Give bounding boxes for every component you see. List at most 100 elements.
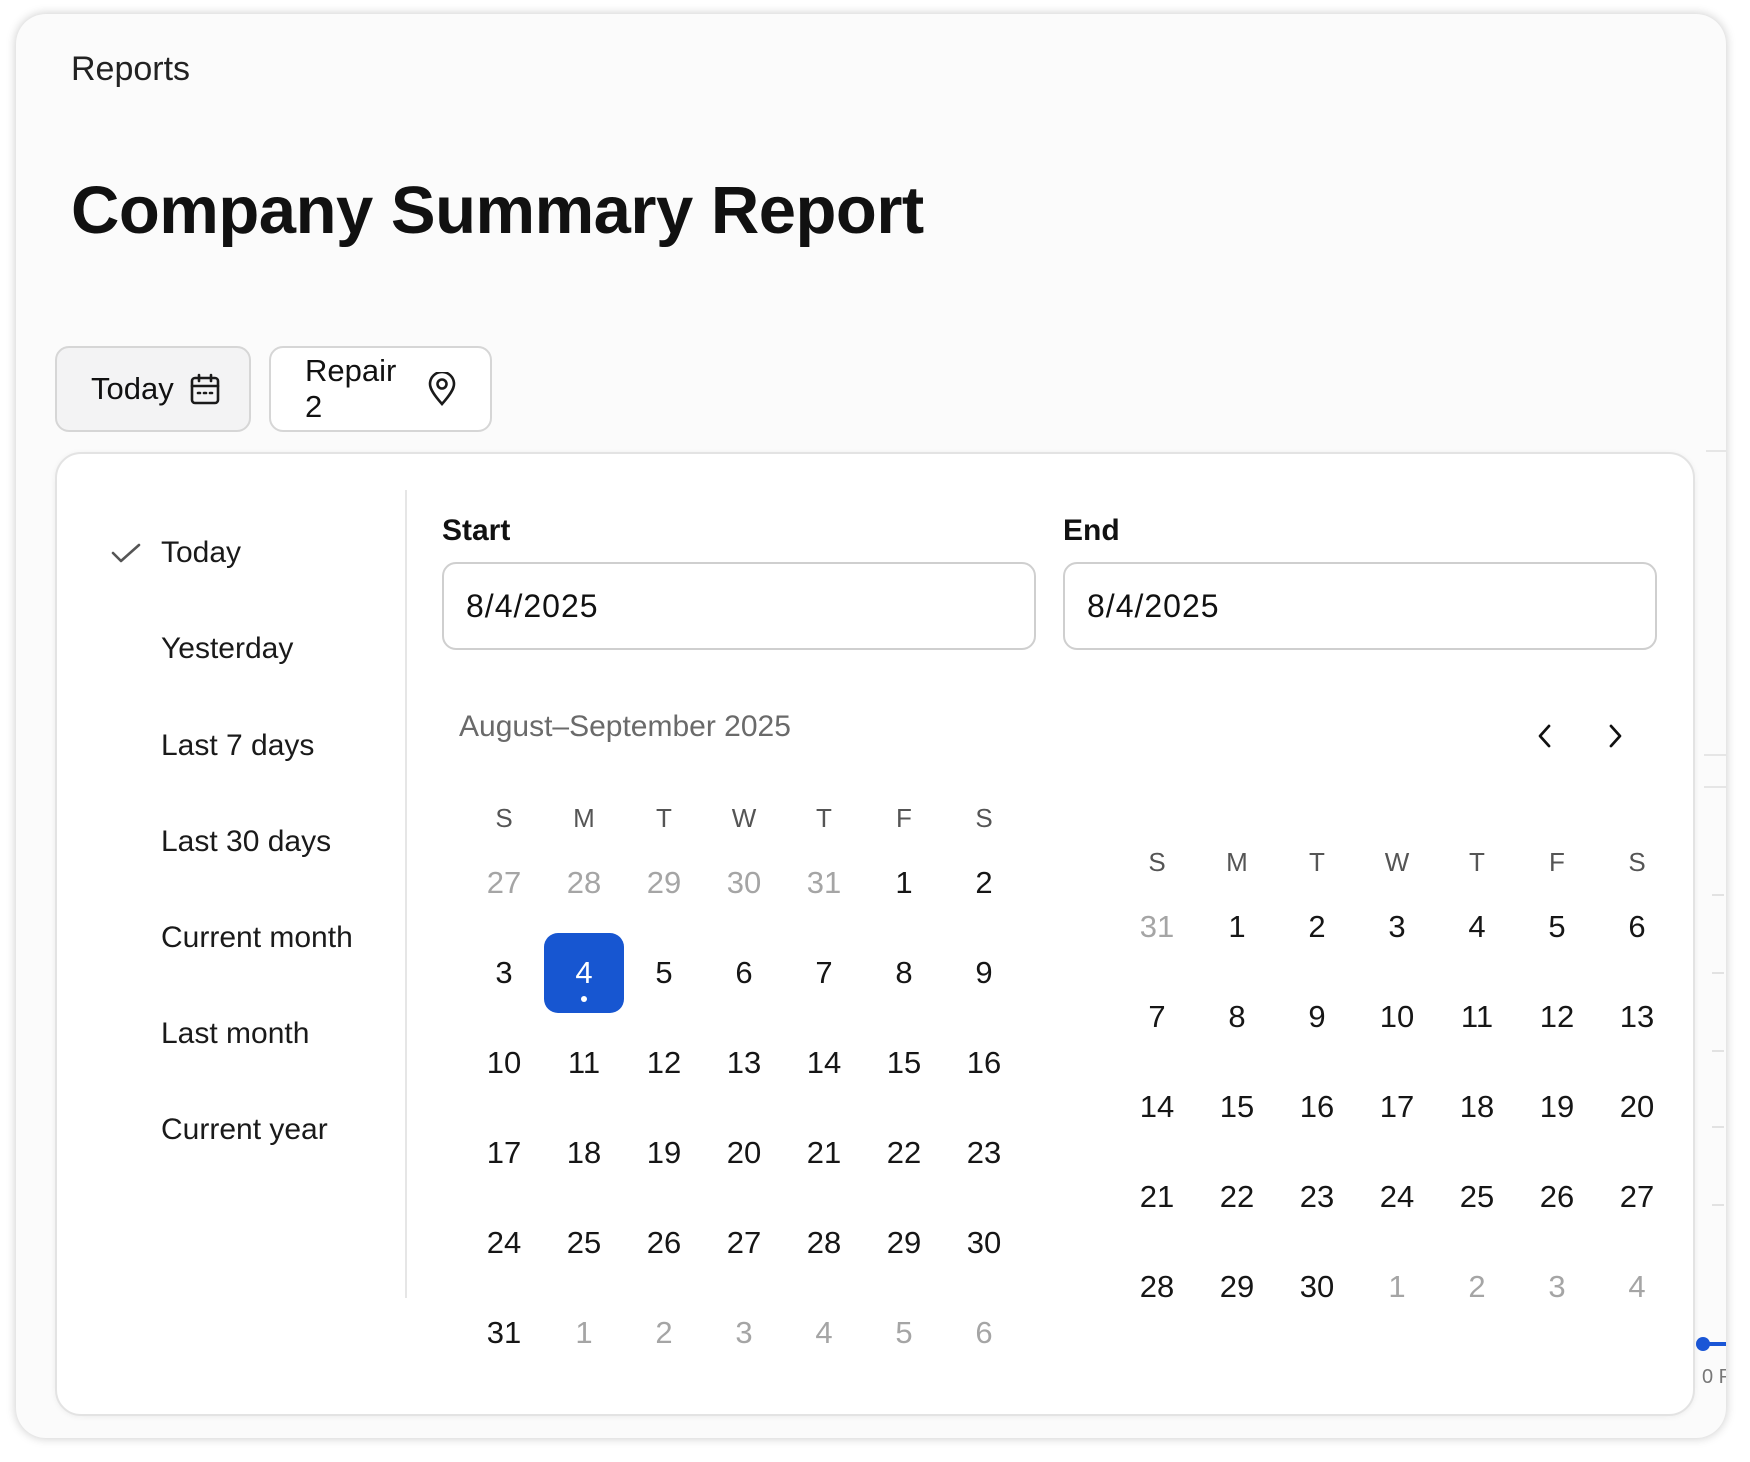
calendar-day[interactable]: 22	[864, 1108, 944, 1198]
calendar-day[interactable]: 1	[864, 838, 944, 928]
calendar-day[interactable]: 19	[1517, 1062, 1597, 1152]
selected-day[interactable]: 4	[544, 928, 624, 1018]
end-date-input[interactable]	[1063, 562, 1657, 650]
calendar-day[interactable]: 9	[1277, 972, 1357, 1062]
calendar-day[interactable]: 31	[784, 838, 864, 928]
calendar-day[interactable]: 7	[1117, 972, 1197, 1062]
calendar-day[interactable]: 24	[1357, 1152, 1437, 1242]
calendar-day[interactable]: 2	[944, 838, 1024, 928]
calendar-day[interactable]: 26	[1517, 1152, 1597, 1242]
calendar-day[interactable]: 29	[624, 838, 704, 928]
calendar-day[interactable]: 2	[1437, 1242, 1517, 1332]
calendar-day[interactable]: 3	[1357, 882, 1437, 972]
calendar-day[interactable]: 14	[1117, 1062, 1197, 1152]
calendar-day[interactable]: 21	[1117, 1152, 1197, 1242]
calendar-day[interactable]: 5	[864, 1288, 944, 1378]
calendar-day[interactable]: 5	[1517, 882, 1597, 972]
preset-yesterday[interactable]: Yesterday	[161, 632, 293, 666]
calendar-day[interactable]: 19	[624, 1108, 704, 1198]
calendar-day[interactable]: 6	[1597, 882, 1677, 972]
calendar-day[interactable]: 25	[544, 1198, 624, 1288]
calendar-day[interactable]: 4	[784, 1288, 864, 1378]
calendar-day[interactable]: 31	[1117, 882, 1197, 972]
calendar-day[interactable]: 28	[544, 838, 624, 928]
preset-last-7-days[interactable]: Last 7 days	[161, 729, 314, 763]
weekday-header: S	[1148, 846, 1166, 877]
calendar-day[interactable]: 10	[464, 1018, 544, 1108]
calendar-day[interactable]: 5	[624, 928, 704, 1018]
background-divider	[1704, 754, 1726, 756]
calendar-day[interactable]: 25	[1437, 1152, 1517, 1242]
calendar-day[interactable]: 12	[1517, 972, 1597, 1062]
calendar-day[interactable]: 1	[544, 1288, 624, 1378]
calendar-day[interactable]: 6	[704, 928, 784, 1018]
calendar-day[interactable]: 30	[704, 838, 784, 928]
calendar-day[interactable]: 3	[1517, 1242, 1597, 1332]
calendar-day[interactable]: 2	[1277, 882, 1357, 972]
calendar-day[interactable]: 27	[704, 1198, 784, 1288]
calendar-day[interactable]: 11	[544, 1018, 624, 1108]
calendar-day[interactable]: 24	[464, 1198, 544, 1288]
calendar-day[interactable]: 4	[1597, 1242, 1677, 1332]
calendar-day[interactable]: 17	[464, 1108, 544, 1198]
calendar-day[interactable]: 8	[1197, 972, 1277, 1062]
calendar-day[interactable]: 28	[1117, 1242, 1197, 1332]
next-month-button[interactable]	[1593, 714, 1637, 758]
calendar-day[interactable]: 30	[944, 1198, 1024, 1288]
calendar-day[interactable]: 9	[944, 928, 1024, 1018]
calendar-day[interactable]: 18	[544, 1108, 624, 1198]
calendar-day[interactable]: 18	[1437, 1062, 1517, 1152]
calendar-day[interactable]: 6	[944, 1288, 1024, 1378]
preset-today[interactable]: Today	[161, 536, 241, 570]
calendar-day[interactable]: 30	[1277, 1242, 1357, 1332]
calendar-day[interactable]: 13	[1597, 972, 1677, 1062]
calendar-day[interactable]: 11	[1437, 972, 1517, 1062]
calendar-day[interactable]: 2	[624, 1288, 704, 1378]
calendar-day[interactable]: 22	[1197, 1152, 1277, 1242]
calendar-day[interactable]: 27	[464, 838, 544, 928]
location-filter-button[interactable]: Repair 2	[269, 346, 492, 432]
calendar-day[interactable]: 10	[1357, 972, 1437, 1062]
calendar-day[interactable]: 21	[784, 1108, 864, 1198]
calendar-day[interactable]: 14	[784, 1018, 864, 1108]
calendar-day[interactable]: 29	[864, 1198, 944, 1288]
calendar-day[interactable]: 12	[624, 1018, 704, 1108]
day-number: 25	[566, 1225, 602, 1260]
calendar-day[interactable]: 15	[864, 1018, 944, 1108]
date-filter-button[interactable]: Today	[55, 346, 251, 432]
calendar-day[interactable]: 28	[784, 1198, 864, 1288]
day-number: 11	[1460, 999, 1494, 1034]
day-number: 27	[1619, 1179, 1655, 1214]
calendar-title: August–September 2025	[459, 710, 791, 743]
calendar-day[interactable]: 16	[1277, 1062, 1357, 1152]
calendar-day[interactable]: 3	[464, 928, 544, 1018]
calendar-day[interactable]: 23	[944, 1108, 1024, 1198]
preset-last-month[interactable]: Last month	[161, 1017, 309, 1051]
previous-month-button[interactable]	[1523, 714, 1567, 758]
calendar-day[interactable]: 20	[704, 1108, 784, 1198]
calendar-day[interactable]: 29	[1197, 1242, 1277, 1332]
calendar-day[interactable]: 23	[1277, 1152, 1357, 1242]
day-number: 11	[567, 1045, 601, 1080]
calendar-day[interactable]: 8	[864, 928, 944, 1018]
breadcrumb[interactable]: Reports	[71, 50, 190, 89]
calendar-day[interactable]: 3	[704, 1288, 784, 1378]
preset-last-30-days[interactable]: Last 30 days	[161, 825, 331, 859]
day-number: 8	[1228, 999, 1246, 1034]
calendar-day[interactable]: 16	[944, 1018, 1024, 1108]
calendar-day[interactable]: 1	[1357, 1242, 1437, 1332]
calendar-day[interactable]: 31	[464, 1288, 544, 1378]
calendar-day[interactable]: 26	[624, 1198, 704, 1288]
calendar-day[interactable]: 7	[784, 928, 864, 1018]
calendar-day[interactable]: 13	[704, 1018, 784, 1108]
calendar-day[interactable]: 27	[1597, 1152, 1677, 1242]
calendar-day[interactable]: 17	[1357, 1062, 1437, 1152]
calendar-day[interactable]: 20	[1597, 1062, 1677, 1152]
calendar-day[interactable]: 4	[1437, 882, 1517, 972]
start-date-input[interactable]	[442, 562, 1036, 650]
preset-current-year[interactable]: Current year	[161, 1113, 328, 1147]
calendar-day[interactable]: 15	[1197, 1062, 1277, 1152]
calendar-day[interactable]: 1	[1197, 882, 1277, 972]
day-number: 5	[895, 1315, 913, 1350]
preset-current-month[interactable]: Current month	[161, 921, 353, 955]
